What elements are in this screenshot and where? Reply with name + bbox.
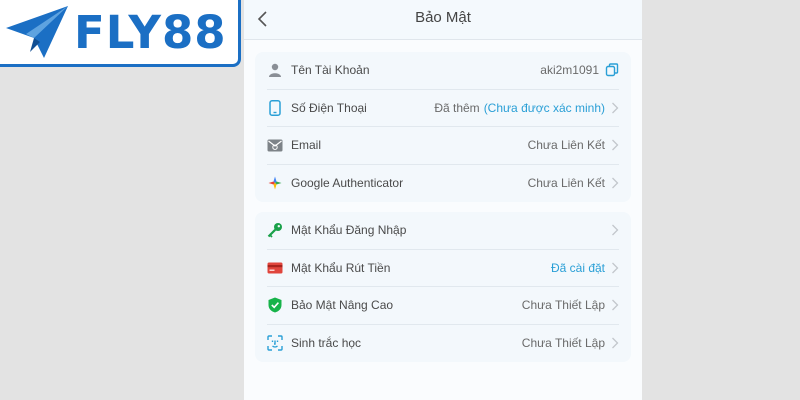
row-phone[interactable]: Số Điện Thoại Đã thêm (Chưa được xác min…	[267, 90, 619, 127]
face-id-icon	[267, 335, 283, 351]
phone-label: Số Điện Thoại	[291, 100, 367, 115]
phone-icon	[267, 99, 283, 116]
row-advanced-security[interactable]: Bảo Mật Nâng Cao Chưa Thiết Lập	[267, 287, 619, 325]
chevron-right-icon	[612, 102, 619, 114]
chevron-right-icon	[612, 299, 619, 311]
phone-status: (Chưa được xác minh)	[483, 100, 605, 115]
card-icon	[267, 260, 283, 276]
email-label: Email	[291, 138, 322, 153]
email-icon	[267, 137, 283, 153]
advanced-security-label: Bảo Mật Nâng Cao	[291, 298, 394, 313]
biometrics-value: Chưa Thiết Lập	[521, 336, 605, 351]
brand-logo: FLY88	[0, 0, 241, 67]
row-withdraw-password[interactable]: Mật Khẩu Rút Tiền Đã cài đặt	[267, 250, 619, 287]
paper-plane-icon	[6, 6, 68, 58]
user-icon	[267, 62, 283, 78]
brand-name: FLY88	[74, 6, 227, 59]
advanced-security-value: Chưa Thiết Lập	[521, 298, 605, 313]
username-value: aki2m1091	[540, 63, 599, 78]
row-google-authenticator[interactable]: Google Authenticator Chưa Liên Kết	[267, 165, 619, 203]
withdraw-password-value: Đã cài đặt	[550, 260, 605, 275]
security-screen: Bảo Mật Tên Tài Khoản aki2m1091 Số Điện …	[244, 0, 642, 400]
withdraw-password-label: Mật Khẩu Rút Tiền	[291, 260, 391, 275]
google-authenticator-value: Chưa Liên Kết	[527, 176, 605, 191]
page-title: Bảo Mật	[415, 9, 471, 26]
key-icon	[267, 222, 283, 238]
account-info-card: Tên Tài Khoản aki2m1091 Số Điện Thoại Đã…	[255, 52, 631, 202]
chevron-right-icon	[612, 177, 619, 189]
chevron-right-icon	[612, 224, 619, 236]
row-login-password[interactable]: Mật Khẩu Đăng Nhập	[267, 212, 619, 250]
login-password-label: Mật Khẩu Đăng Nhập	[291, 223, 407, 238]
email-value: Chưa Liên Kết	[527, 138, 605, 153]
chevron-right-icon	[612, 262, 619, 274]
row-biometrics[interactable]: Sinh trắc học Chưa Thiết Lập	[267, 325, 619, 363]
chevron-right-icon	[612, 139, 619, 151]
copy-icon[interactable]	[605, 63, 619, 77]
top-bar: Bảo Mật	[244, 0, 642, 40]
row-email[interactable]: Email Chưa Liên Kết	[267, 127, 619, 165]
phone-value: Đã thêm	[434, 100, 480, 115]
username-label: Tên Tài Khoản	[291, 63, 370, 78]
row-username[interactable]: Tên Tài Khoản aki2m1091	[267, 52, 619, 90]
google-authenticator-label: Google Authenticator	[291, 176, 404, 191]
chevron-right-icon	[612, 337, 619, 349]
google-authenticator-icon	[267, 175, 283, 191]
biometrics-label: Sinh trắc học	[291, 336, 362, 351]
password-security-card: Mật Khẩu Đăng Nhập Mật Khẩu Rút Tiền Đã …	[255, 212, 631, 362]
shield-icon	[267, 297, 283, 313]
